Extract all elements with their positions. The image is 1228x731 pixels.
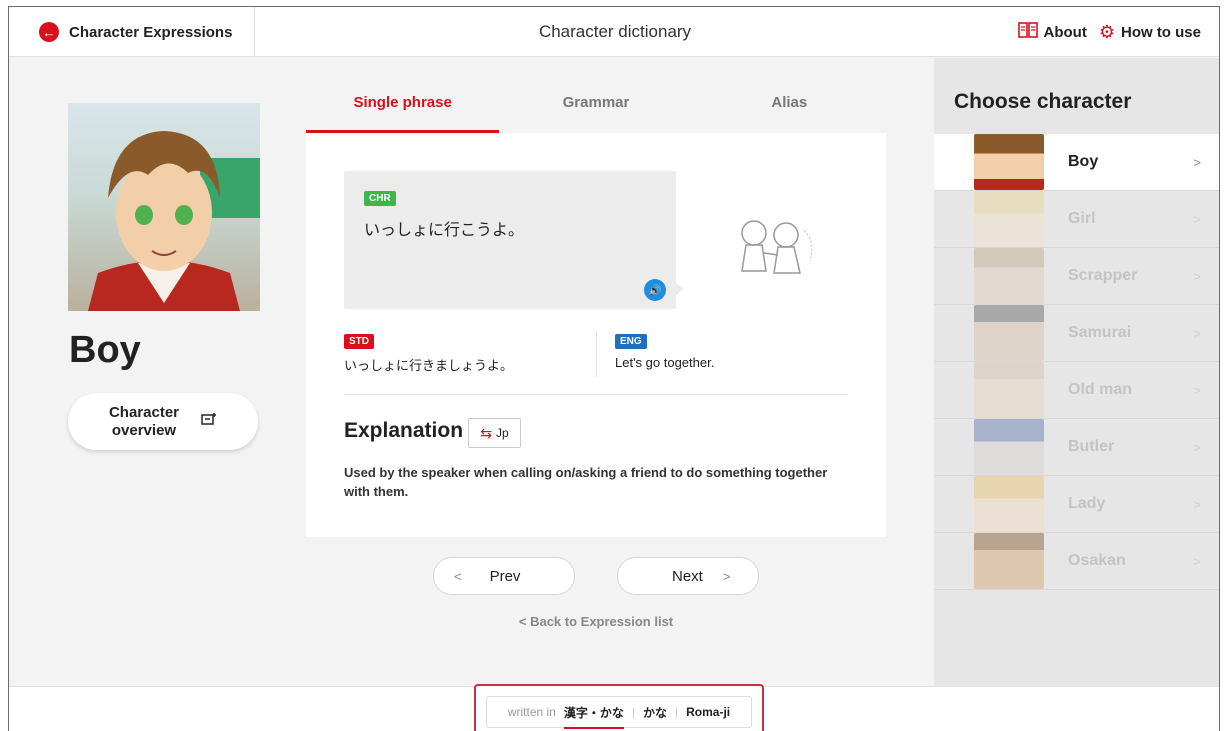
next-label: Next [672,567,703,585]
character-name: Boy [69,329,141,371]
open-panel-icon [201,412,217,431]
page-title: Character dictionary [538,22,692,41]
sidebar-item-boy[interactable]: Boy > [934,134,1219,191]
sidebar-item-osakan[interactable]: Osakan > [934,533,1219,590]
avatar [974,248,1044,304]
character-list: Boy > Girl > Scrapper > Samurai > Old ma… [934,134,1219,590]
avatar [974,191,1044,247]
explanation-title: Explanation [344,419,464,442]
sidebar-item-old-man[interactable]: Old man > [934,362,1219,419]
language-toggle-button[interactable]: ⇆ Jp [468,418,521,448]
character-overview-button[interactable]: Character overview [68,393,258,450]
language-toggle-label: Jp [496,426,509,440]
phrase-illustration [724,211,834,283]
tab-grammar[interactable]: Grammar [499,89,692,133]
phrase-card: CHR いっしょに行こうよ。 🔊 STD いっしょに行きましょうよ。 ENG L… [306,133,886,537]
expression-tabs: Single phrase Grammar Alias [306,89,886,133]
chevron-right-icon: > [1193,154,1201,170]
gear-icon: ⚙ [1098,21,1115,42]
back-to-character-expressions[interactable]: ← Character Expressions [9,7,255,57]
brand-title: Character Expressions [69,23,233,41]
chevron-right-icon: > [722,568,731,584]
book-icon [1017,21,1038,44]
script-switcher-inner: written in 漢字・かな | かな | Roma-ji [486,696,752,729]
standard-text: いっしょに行きましょうよ。 [344,358,514,373]
sidebar-item-scrapper[interactable]: Scrapper > [934,248,1219,305]
character-overview-label: Character overview [108,403,180,439]
choose-character-title: Choose character [954,90,1132,113]
character-chooser: Choose character Boy > Girl > Scrapper >… [934,58,1219,686]
explanation-text: Used by the speaker when calling on/aski… [344,465,828,499]
chevron-right-icon: > [1193,496,1201,512]
character-phrase-box: CHR いっしょに行こうよ。 🔊 [344,171,684,309]
back-arrow-icon: ← [39,22,59,42]
chevron-right-icon: > [1193,439,1201,455]
tab-single-phrase[interactable]: Single phrase [306,89,500,133]
prev-button[interactable]: < Prev [433,557,575,595]
speaker-icon[interactable]: 🔊 [644,279,666,301]
chevron-left-icon: < [518,614,527,629]
sidebar-item-girl[interactable]: Girl > [934,191,1219,248]
script-option-kanji-kana[interactable]: 漢字・かな [563,704,624,729]
script-option-kana[interactable]: かな [643,704,667,721]
chevron-right-icon: > [1193,325,1201,341]
how-to-use-label: How to use [1120,23,1201,41]
character-phrase-text: いっしょに行こうよ。 [364,222,525,239]
avatar [974,305,1044,361]
about-label: About [1043,23,1087,41]
top-links: About ⚙ How to use [1017,7,1201,57]
app-frame: ← Character Expressions Character dictio… [8,6,1220,731]
divider [344,394,848,395]
avatar [974,134,1044,190]
english-text: Let's go together. [615,355,715,370]
script-switcher: written in 漢字・かな | かな | Roma-ji [474,684,764,731]
sidebar-item-lady[interactable]: Lady > [934,476,1219,533]
avatar [974,533,1044,589]
how-to-use-link[interactable]: ⚙ How to use [1099,22,1201,43]
swap-icon: ⇆ [480,424,493,441]
written-in-label: written in [507,705,556,719]
avatar [974,362,1044,418]
separator: | [675,705,679,719]
prev-label: Prev [489,567,521,585]
avatar [974,476,1044,532]
back-to-list-label: Back to Expression list [530,614,674,629]
next-button[interactable]: Next > [617,557,759,595]
chevron-left-icon: < [454,568,462,584]
chevron-right-icon: > [1193,382,1201,398]
avatar [974,419,1044,475]
chevron-right-icon: > [1193,553,1201,569]
std-badge: STD [344,334,374,349]
sidebar-item-butler[interactable]: Butler > [934,419,1219,476]
top-bar: ← Character Expressions Character dictio… [9,7,1219,57]
chevron-right-icon: > [1193,268,1201,284]
chevron-right-icon: > [1193,211,1201,227]
script-option-romaji[interactable]: Roma-ji [686,705,730,719]
english-column: ENG Let's go together. [596,331,846,377]
standard-column: STD いっしょに行きましょうよ。 [344,331,594,374]
tab-alias[interactable]: Alias [693,89,886,133]
eng-badge: ENG [615,334,647,349]
character-portrait [68,103,260,311]
chr-badge: CHR [364,191,396,206]
sidebar-item-samurai[interactable]: Samurai > [934,305,1219,362]
about-link[interactable]: About [1017,21,1087,44]
separator: | [631,705,635,719]
back-to-expression-list-link[interactable]: < Back to Expression list [306,614,886,629]
